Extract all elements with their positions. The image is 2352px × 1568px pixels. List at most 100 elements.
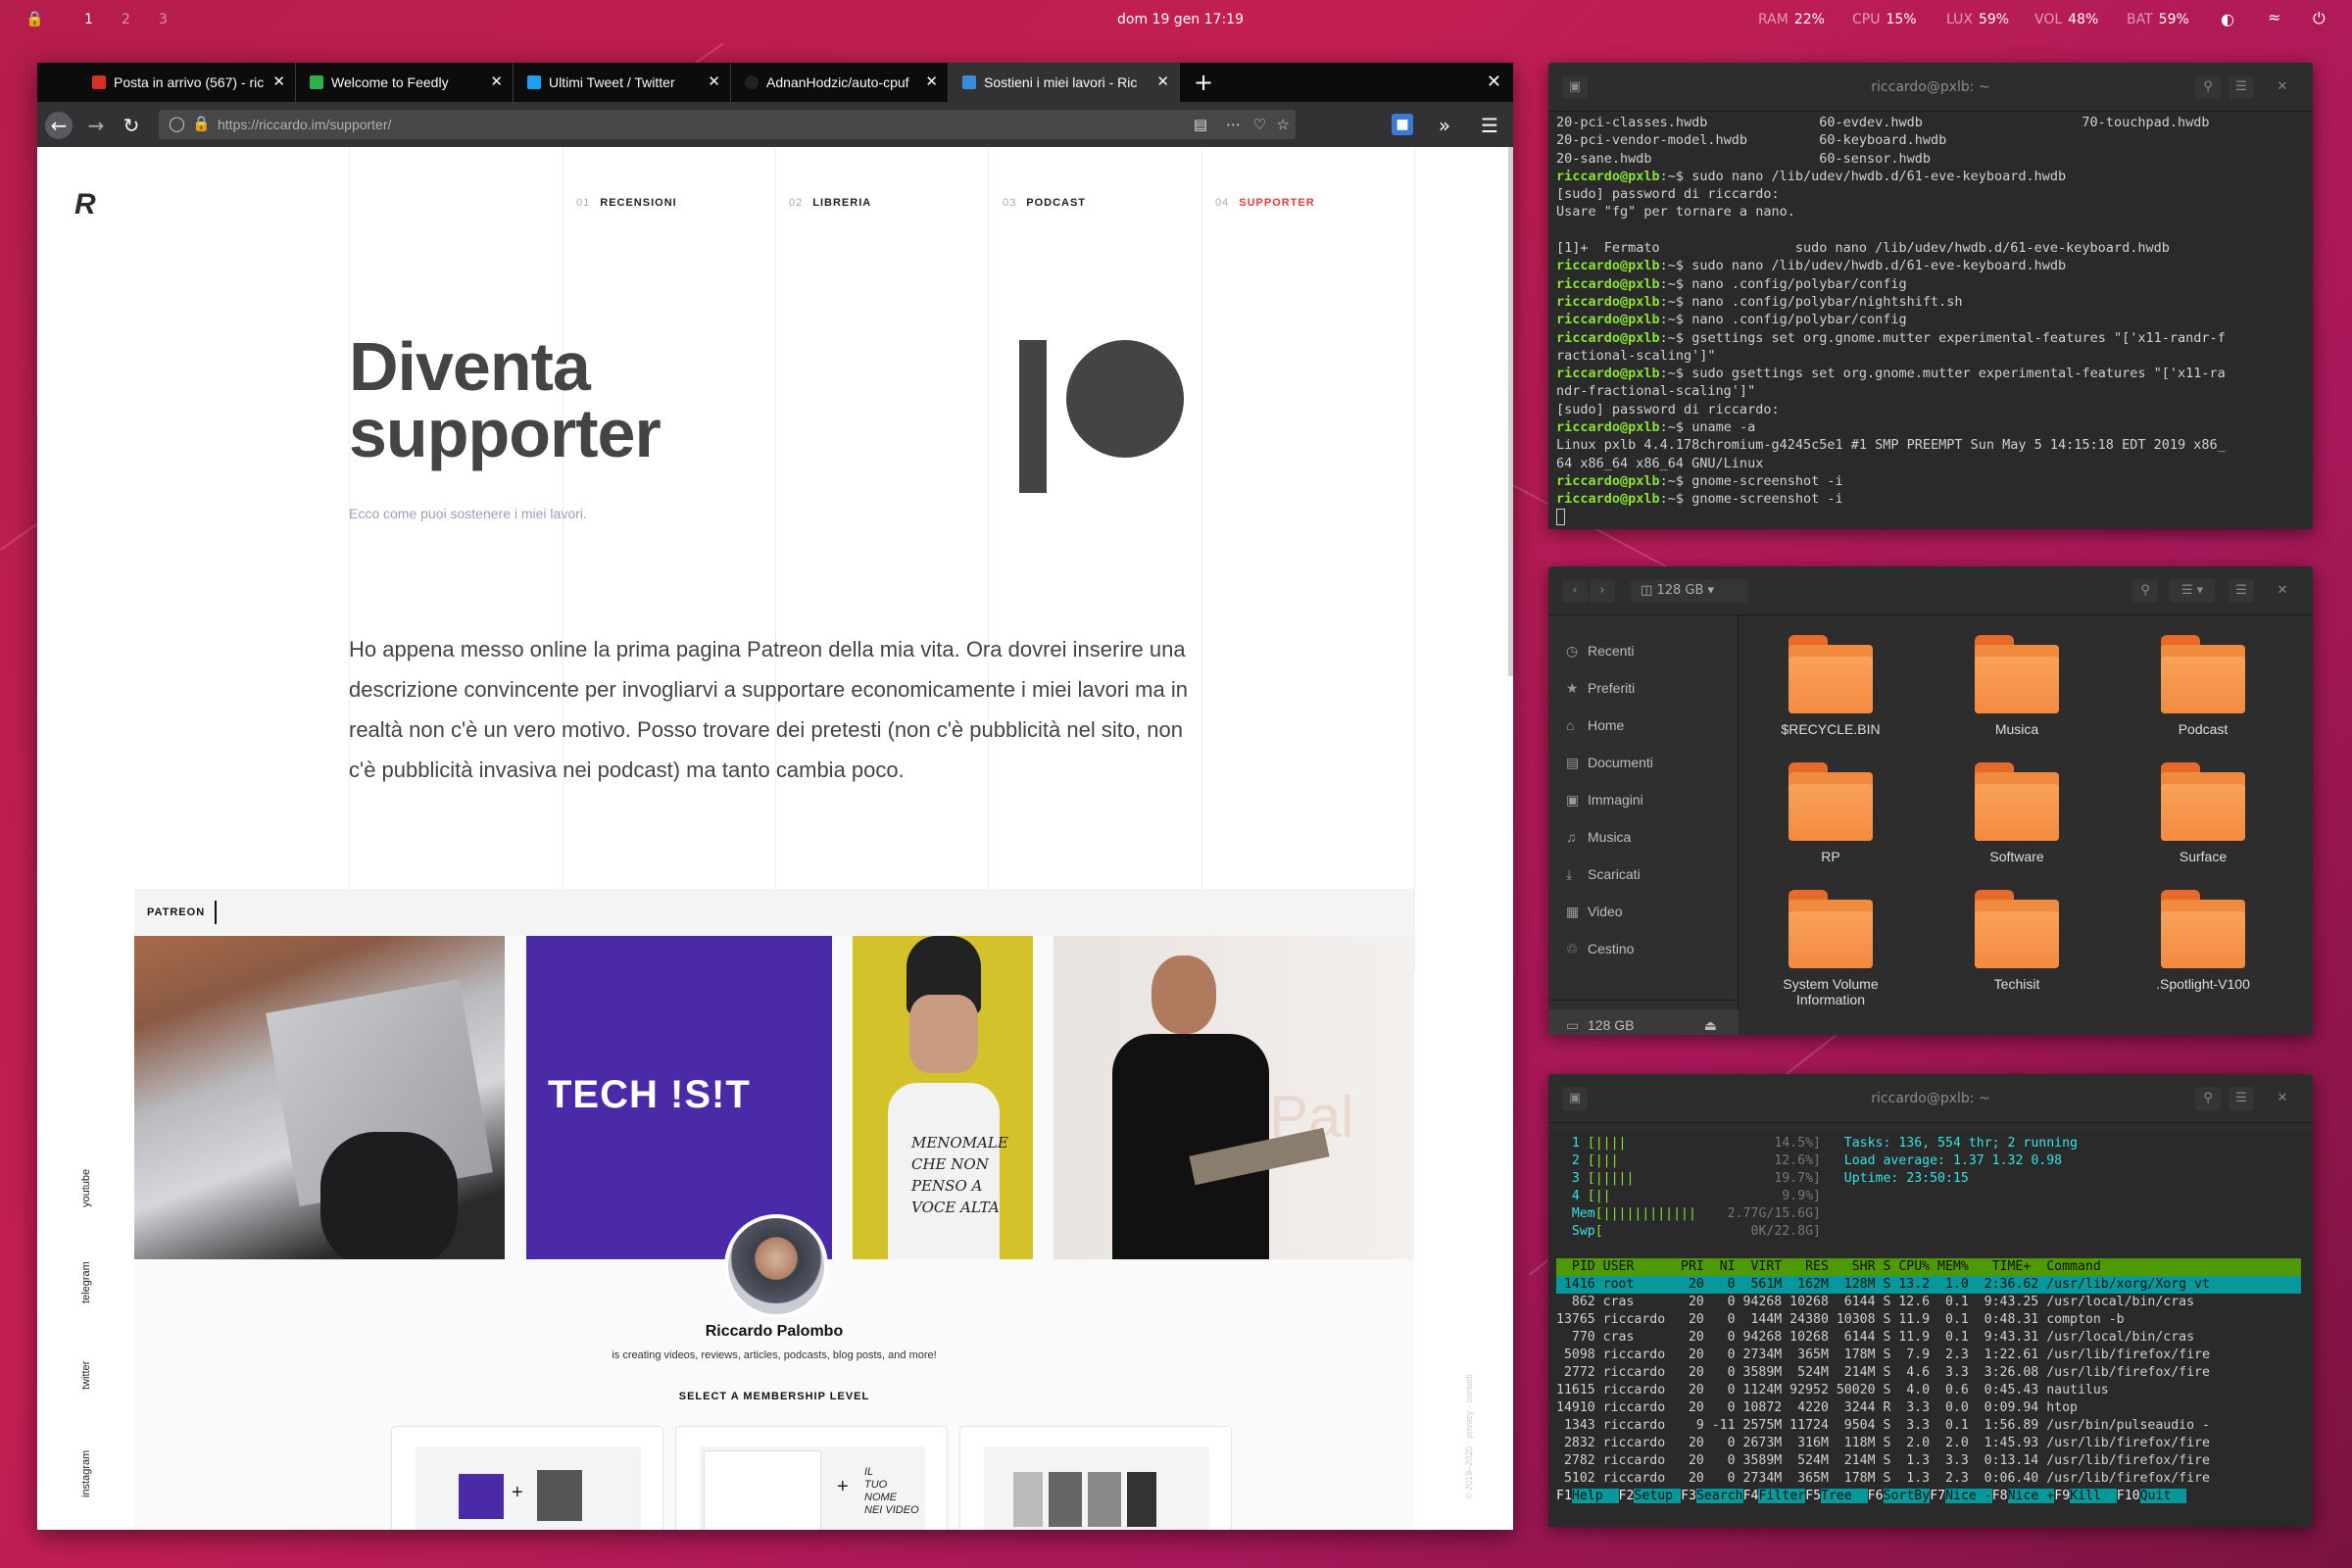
night-mode-icon[interactable]: ◐ bbox=[2221, 10, 2234, 28]
function-key-label[interactable]: Kill bbox=[2070, 1489, 2117, 1503]
process-row[interactable]: 5102 riccardo 20 0 2734M 365M 178M S 1.3… bbox=[1556, 1470, 2313, 1488]
process-row[interactable]: 862 cras 20 0 94268 10268 6144 S 12.6 0.… bbox=[1556, 1294, 2313, 1311]
social-youtube[interactable]: youtube bbox=[80, 1169, 92, 1207]
function-key-label[interactable]: Filter bbox=[1758, 1489, 1806, 1503]
folder-item[interactable]: Podcast bbox=[2130, 635, 2277, 737]
menu-icon[interactable]: ☰ bbox=[1476, 112, 1503, 139]
close-icon[interactable]: ✕ bbox=[2270, 579, 2295, 603]
menu-icon[interactable]: ☰ bbox=[2229, 579, 2254, 603]
sidebar-item-musica[interactable]: ♫ Musica bbox=[1566, 829, 1631, 845]
folder-item[interactable]: Software bbox=[1943, 762, 2090, 864]
process-row[interactable]: 1343 riccardo 9 -11 2575M 11724 9504 S 3… bbox=[1556, 1417, 2313, 1435]
nav-recensioni[interactable]: 01 RECENSIONI bbox=[576, 197, 677, 209]
extension-icon[interactable]: ■ bbox=[1392, 114, 1413, 135]
tab-twitter[interactable]: Ultimi Tweet / Twitter ✕ bbox=[514, 63, 731, 102]
back-button[interactable]: ← bbox=[45, 112, 73, 139]
close-window-icon[interactable]: ✕ bbox=[1487, 72, 1501, 92]
sidebar-item-home[interactable]: ⌂ Home bbox=[1566, 717, 1624, 733]
close-tab-icon[interactable]: ✕ bbox=[272, 73, 285, 90]
eject-icon[interactable]: ⏏ bbox=[1704, 1017, 1717, 1034]
back-icon[interactable]: ‹ bbox=[1562, 579, 1588, 603]
url-bar[interactable]: ◯ 🔒 https://riccardo.im/supporter/ ▤ ⋯ ♡… bbox=[159, 110, 1296, 139]
bookmark-star-icon[interactable]: ☆ bbox=[1277, 116, 1290, 133]
function-key-label[interactable]: Quit bbox=[2139, 1489, 2187, 1503]
social-twitter[interactable]: twitter bbox=[80, 1361, 92, 1390]
tier-card-3[interactable] bbox=[959, 1426, 1232, 1530]
close-tab-icon[interactable]: ✕ bbox=[708, 73, 720, 90]
page-actions-icon[interactable]: ⋯ bbox=[1226, 116, 1241, 133]
sidebar-item-cestino[interactable]: ♲ Cestino bbox=[1566, 941, 1634, 957]
close-tab-icon[interactable]: ✕ bbox=[1156, 73, 1169, 90]
process-row[interactable]: 5098 riccardo 20 0 2734M 365M 178M S 7.9… bbox=[1556, 1347, 2313, 1364]
function-key-label[interactable]: Search bbox=[1695, 1489, 1743, 1503]
workspace-3[interactable]: 3 bbox=[159, 12, 168, 27]
tab-feedly[interactable]: Welcome to Feedly ✕ bbox=[296, 63, 514, 102]
function-key-label[interactable]: Nice + bbox=[2007, 1489, 2055, 1503]
overflow-chevron-icon[interactable]: » bbox=[1431, 112, 1458, 139]
function-key-label[interactable]: Nice - bbox=[1945, 1489, 1992, 1503]
sidebar-item-scaricati[interactable]: ⤓ Scaricati bbox=[1566, 866, 1641, 883]
function-key-label[interactable]: Help bbox=[1571, 1489, 1619, 1503]
workspace-2[interactable]: 2 bbox=[122, 12, 130, 27]
search-icon[interactable]: ⚲ bbox=[2195, 75, 2221, 99]
folder-item[interactable]: Musica bbox=[1943, 635, 2090, 737]
site-logo[interactable]: R bbox=[74, 188, 96, 221]
sidebar-item-recenti[interactable]: ◷ Recenti bbox=[1566, 643, 1634, 660]
tier-card-1[interactable]: + bbox=[391, 1426, 663, 1530]
tab-supporter[interactable]: Sostieni i miei lavori - Ric ✕ bbox=[949, 63, 1180, 102]
sidebar-item-128-gb[interactable]: ▭ 128 GB ⏏ bbox=[1548, 1009, 1739, 1035]
search-icon[interactable]: ⚲ bbox=[2132, 579, 2158, 603]
wifi-icon[interactable]: ≈ bbox=[2268, 8, 2280, 26]
url-text[interactable]: https://riccardo.im/supporter/ bbox=[218, 117, 391, 132]
function-key-label[interactable]: SortBy bbox=[1883, 1489, 1931, 1503]
folder-item[interactable]: .Spotlight-V100 bbox=[2130, 890, 2277, 992]
process-row[interactable]: 2832 riccardo 20 0 2673M 316M 118M S 2.0… bbox=[1556, 1435, 2313, 1452]
folder-item[interactable]: Surface bbox=[2130, 762, 2277, 864]
new-tab-button[interactable]: + bbox=[1194, 69, 1213, 96]
process-row[interactable]: 11615 riccardo 20 0 1124M 92952 50020 S … bbox=[1556, 1382, 2313, 1399]
folder-item[interactable]: RP bbox=[1757, 762, 1904, 864]
function-key-label[interactable]: Setup bbox=[1634, 1489, 1682, 1503]
nav-podcast[interactable]: 03 PODCAST bbox=[1003, 197, 1086, 209]
creator-avatar[interactable] bbox=[724, 1214, 828, 1318]
function-key-label[interactable]: Tree bbox=[1821, 1489, 1868, 1503]
close-tab-icon[interactable]: ✕ bbox=[490, 73, 503, 90]
search-icon[interactable]: ⚲ bbox=[2195, 1087, 2221, 1110]
view-options-icon[interactable]: ☰ ▾ bbox=[2170, 579, 2215, 603]
nav-supporter[interactable]: 04 SUPPORTER bbox=[1215, 197, 1315, 209]
terminal-output[interactable]: 20-pci-classes.hwdb 60-evdev.hwdb 70-tou… bbox=[1548, 112, 2313, 529]
clock[interactable]: dom 19 gen 17:19 bbox=[1117, 12, 1244, 27]
tab-github[interactable]: AdnanHodzic/auto-cpuf ✕ bbox=[731, 63, 949, 102]
folder-item[interactable]: System Volume Information bbox=[1757, 890, 1904, 1007]
lock-icon[interactable]: 🔒 bbox=[192, 115, 211, 132]
power-icon[interactable]: ⏻ bbox=[2313, 9, 2326, 28]
menu-icon[interactable]: ☰ bbox=[2229, 75, 2254, 99]
process-row[interactable]: 770 cras 20 0 94268 10268 6144 S 11.9 0.… bbox=[1556, 1329, 2313, 1347]
close-icon[interactable]: ✕ bbox=[2270, 1087, 2295, 1110]
location-button[interactable]: ◫ 128 GB ▾ bbox=[1631, 579, 1748, 603]
close-tab-icon[interactable]: ✕ bbox=[925, 73, 938, 90]
folder-item[interactable]: Techisit bbox=[1943, 890, 2090, 992]
reload-button[interactable]: ↻ bbox=[118, 112, 145, 139]
sidebar-item-video[interactable]: ▦ Video bbox=[1566, 904, 1623, 920]
creator-name[interactable]: Riccardo Palombo bbox=[134, 1323, 1414, 1341]
sidebar-item-documenti[interactable]: ▤ Documenti bbox=[1566, 755, 1653, 771]
page-scrollbar[interactable] bbox=[1508, 147, 1513, 676]
tab-gmail[interactable]: Posta in arrivo (567) - ric ✕ bbox=[78, 63, 296, 102]
htop-output[interactable]: 1 [|||| 14.5%] Tasks: 136, 554 thr; 2 ru… bbox=[1548, 1133, 2313, 1527]
process-row[interactable]: 14910 riccardo 20 0 10872 4220 3244 R 3.… bbox=[1556, 1399, 2313, 1417]
process-row[interactable]: 13765 riccardo 20 0 144M 24380 10308 S 1… bbox=[1556, 1311, 2313, 1329]
close-icon[interactable]: ✕ bbox=[2270, 75, 2295, 99]
sidebar-item-immagini[interactable]: ▣ Immagini bbox=[1566, 792, 1643, 808]
forward-icon[interactable]: › bbox=[1590, 579, 1615, 603]
reader-mode-icon[interactable]: ▤ bbox=[1194, 116, 1207, 133]
folder-item[interactable]: $RECYCLE.BIN bbox=[1757, 635, 1904, 737]
nav-libreria[interactable]: 02 LIBRERIA bbox=[789, 197, 871, 209]
process-row[interactable]: 2772 riccardo 20 0 3589M 524M 214M S 4.6… bbox=[1556, 1364, 2313, 1382]
lock-icon[interactable]: 🔒 bbox=[25, 10, 44, 27]
shield-icon[interactable]: ◯ bbox=[169, 115, 185, 132]
social-telegram[interactable]: telegram bbox=[80, 1261, 92, 1303]
workspace-1[interactable]: 1 bbox=[84, 12, 93, 27]
process-row[interactable]: 2782 riccardo 20 0 3589M 524M 214M S 1.3… bbox=[1556, 1452, 2313, 1470]
sidebar-item-preferiti[interactable]: ★ Preferiti bbox=[1566, 680, 1635, 697]
